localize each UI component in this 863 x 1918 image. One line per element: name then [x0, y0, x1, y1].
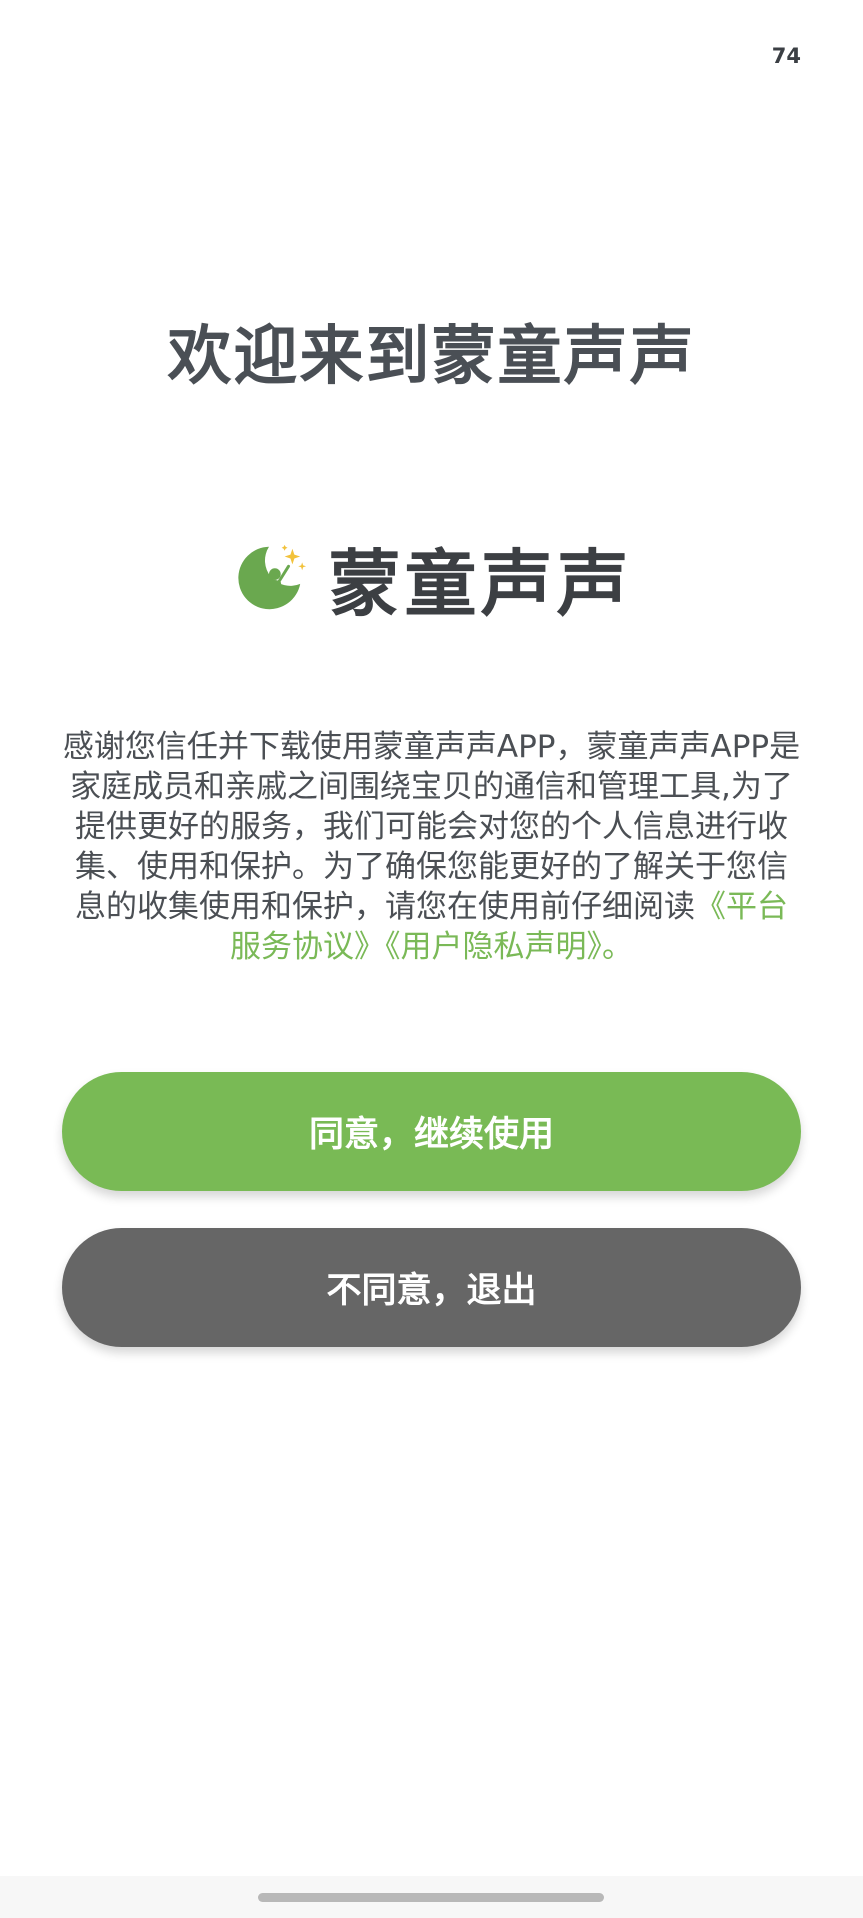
- agree-continue-button[interactable]: 同意，继续使用: [62, 1072, 801, 1191]
- privacy-consent-screen: 74 欢迎来到蒙童声声 蒙童声声 感谢您信任并下载使用蒙童声声APP，蒙童声声A…: [0, 0, 863, 1918]
- consent-body-text: 感谢您信任并下载使用蒙童声声APP，蒙童声声APP是家庭成员和亲戚之间围绕宝贝的…: [62, 729, 801, 925]
- privacy-statement-link[interactable]: 《用户隐私声明》: [385, 929, 602, 965]
- status-number: 74: [771, 44, 801, 68]
- consent-suffix: 。: [602, 929, 633, 965]
- welcome-title: 欢迎来到蒙童声声: [167, 320, 696, 394]
- disagree-exit-button[interactable]: 不同意，退出: [62, 1228, 801, 1347]
- home-indicator[interactable]: [258, 1893, 604, 1902]
- consent-description: 感谢您信任并下载使用蒙童声声APP，蒙童声声APP是家庭成员和亲戚之间围绕宝贝的…: [62, 727, 801, 967]
- moon-child-stars-icon: [238, 544, 307, 609]
- app-logo: 蒙童声声: [0, 525, 863, 630]
- navigation-bar: [0, 1876, 863, 1918]
- logo-text: 蒙童声声: [328, 542, 633, 626]
